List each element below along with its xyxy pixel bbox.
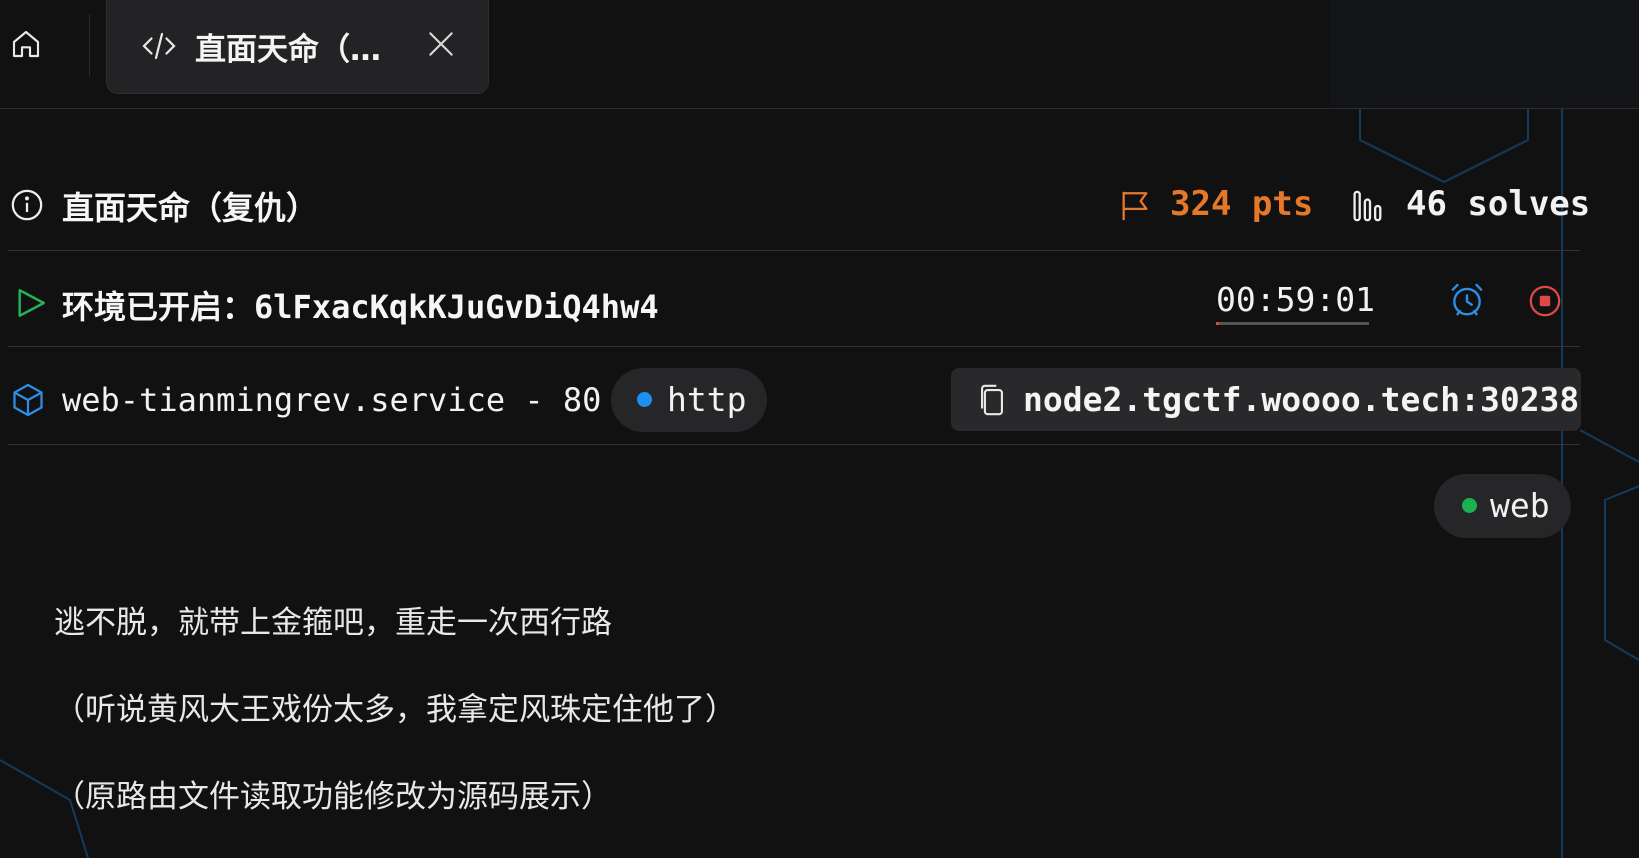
tab-separator — [89, 14, 90, 76]
timer-progress-bar — [1216, 322, 1369, 325]
tab-challenge[interactable]: 直面天命（… — [106, 0, 489, 94]
description-line: （听说黄风大王戏份太多，我拿定风珠定住他了） — [54, 692, 736, 728]
cube-icon — [13, 383, 43, 417]
solves-count: 46 solves — [1406, 184, 1591, 224]
tag-dot — [1462, 498, 1477, 513]
stop-button[interactable] — [1528, 284, 1562, 318]
alarm-clock-icon[interactable] — [1448, 281, 1486, 319]
home-icon — [12, 30, 40, 58]
close-icon[interactable] — [425, 28, 457, 60]
code-icon — [142, 32, 176, 60]
copy-address-button[interactable]: node2.tgctf.woooo.tech:30238 — [951, 368, 1581, 431]
protocol-badge: http — [611, 368, 767, 432]
service-name: web-tianmingrev.service - 80 — [62, 381, 602, 419]
environment-label: 环境已开启： — [62, 288, 255, 326]
points-value: 324 pts — [1170, 184, 1314, 224]
bar-chart-icon — [1353, 190, 1382, 222]
timer-progress-fill — [1216, 322, 1220, 325]
service-address: node2.tgctf.woooo.tech:30238 — [1023, 380, 1580, 419]
description-line: （原路由文件读取功能修改为源码展示） — [54, 779, 612, 815]
tag-label: web — [1490, 486, 1550, 525]
environment-status: 环境已开启：6lFxacKqkKJuGvDiQ4hw4 — [62, 282, 659, 328]
play-icon — [18, 289, 45, 317]
divider — [8, 250, 1580, 251]
category-tag: web — [1434, 474, 1571, 538]
copy-icon — [981, 384, 1003, 416]
protocol-dot — [637, 392, 652, 407]
challenge-title: 直面天命（复仇） — [62, 189, 319, 227]
countdown-timer: 00:59:01 — [1216, 280, 1375, 319]
environment-id: 6lFxacKqkKJuGvDiQ4hw4 — [254, 288, 659, 326]
info-icon — [11, 189, 43, 221]
tab-title: 直面天命（… — [195, 32, 381, 68]
tab-bar: 直面天命（… — [0, 0, 1639, 109]
home-button[interactable] — [6, 24, 46, 64]
divider — [8, 346, 1580, 347]
flag-icon — [1122, 191, 1148, 221]
divider — [8, 444, 1580, 445]
description-line: 逃不脱，就带上金箍吧，重走一次西行路 — [54, 605, 612, 641]
protocol-label: http — [667, 380, 747, 419]
